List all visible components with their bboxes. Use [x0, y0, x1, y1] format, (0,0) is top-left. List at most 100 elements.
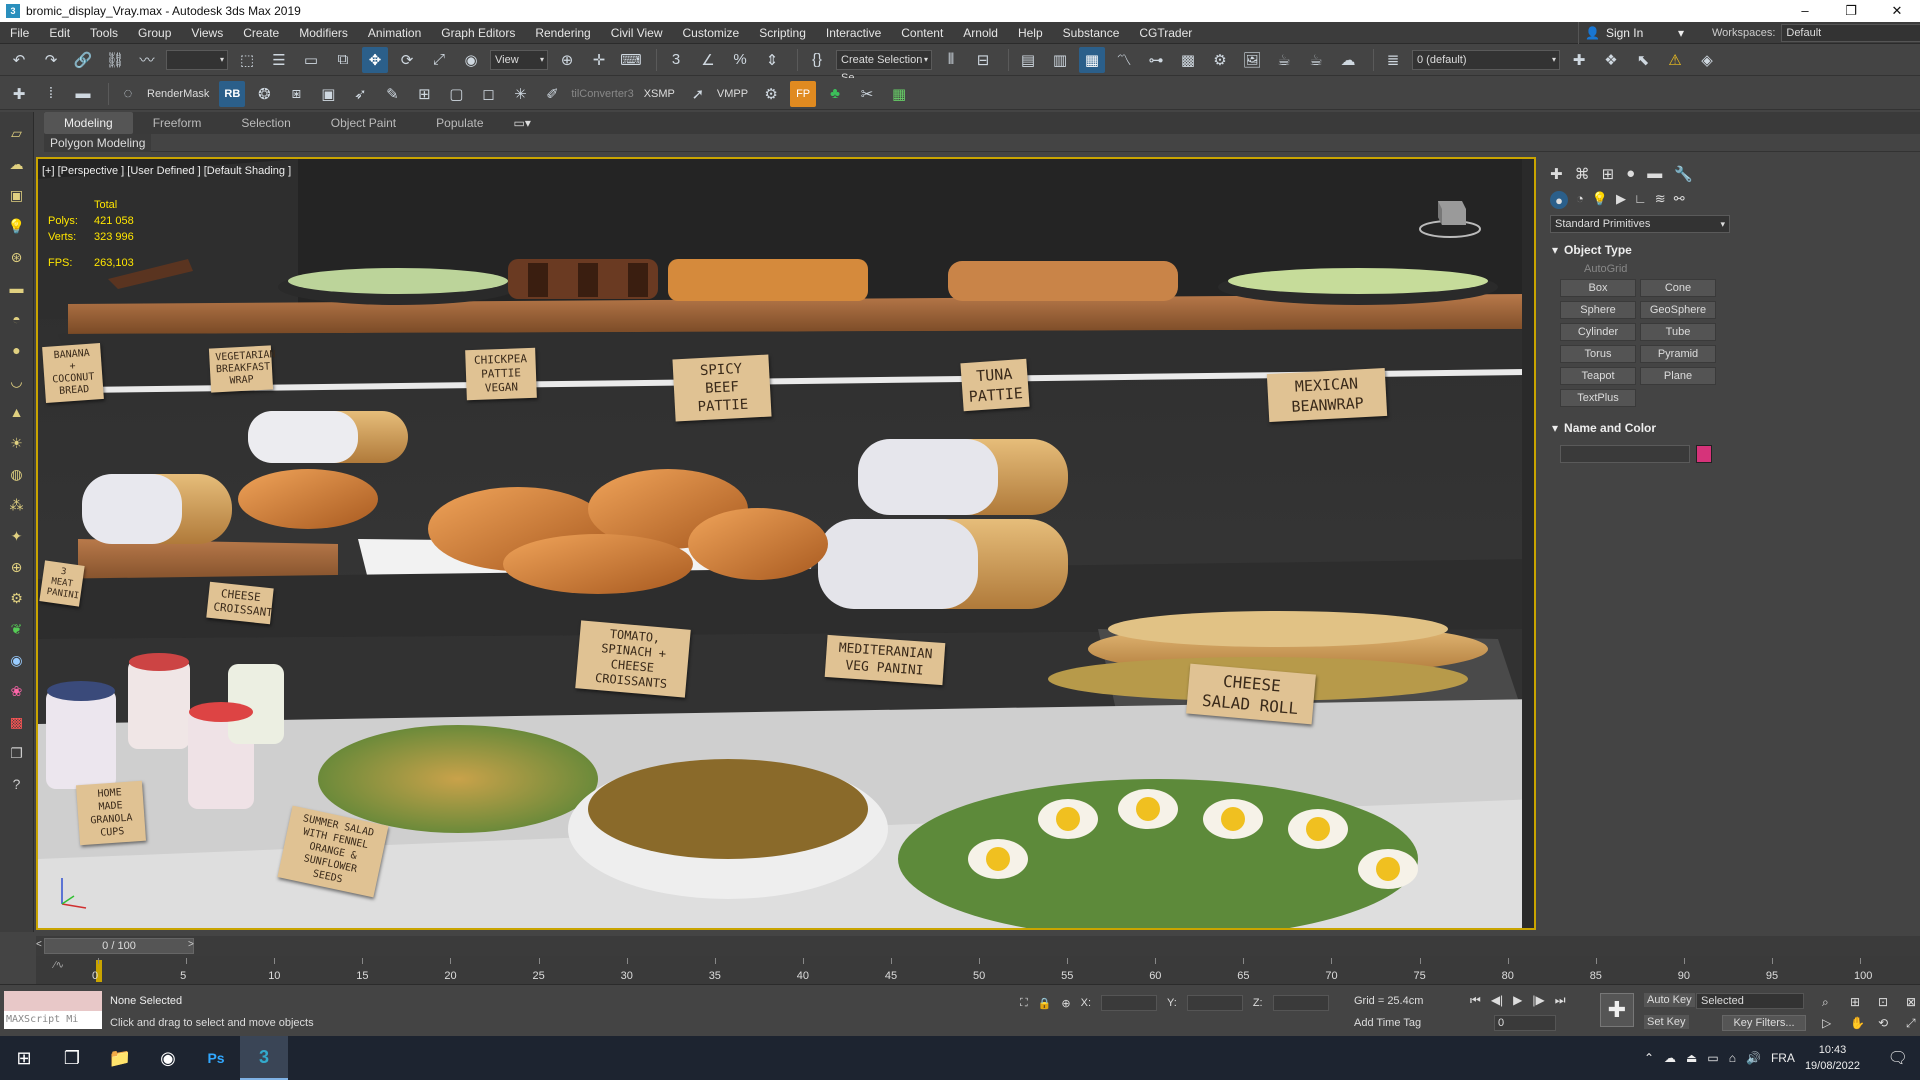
gear-tool-icon[interactable]: ⚙ — [758, 81, 784, 107]
notifications-icon[interactable]: 🗨 — [1888, 1048, 1908, 1068]
tab-object-paint[interactable]: Object Paint — [311, 112, 416, 134]
snaps-toggle-icon[interactable]: 3 — [663, 47, 689, 73]
menu-content[interactable]: Content — [891, 22, 953, 44]
plane-button[interactable]: Plane — [1640, 367, 1716, 385]
xsmp-label[interactable]: XSMP — [644, 88, 675, 100]
box-icon[interactable]: ◻ — [475, 81, 501, 107]
next-frame-icon[interactable]: |▶ — [1532, 993, 1544, 1008]
zoom-extents-all-icon[interactable]: ⊠ — [1906, 995, 1920, 1010]
keyboard-shortcut-icon[interactable]: ⌨ — [618, 47, 644, 73]
current-frame-field[interactable]: 0 — [1494, 1015, 1556, 1031]
orbit-icon[interactable]: ⟲ — [1878, 1016, 1900, 1031]
gear-icon[interactable]: ⚙ — [6, 587, 28, 609]
curve-editor-icon[interactable]: 〽 — [1111, 47, 1137, 73]
torus-button[interactable]: Torus — [1560, 345, 1636, 363]
primitive-type-dropdown[interactable]: Standard Primitives ▾ — [1550, 215, 1730, 233]
box-button[interactable]: Box — [1560, 279, 1636, 297]
add-icon[interactable]: ✚ — [6, 81, 32, 107]
spinner-snap-icon[interactable]: ⇕ — [759, 47, 785, 73]
go-to-end-icon[interactable]: ⏭ — [1555, 993, 1566, 1008]
polygon-modeling-label[interactable]: Polygon Modeling — [44, 134, 152, 152]
create-tab-icon[interactable]: ✚ — [1550, 165, 1563, 183]
rendermask-icon[interactable]: ◌ — [115, 81, 141, 107]
menu-arnold[interactable]: Arnold — [953, 22, 1008, 44]
windows-start-icon[interactable]: ⊞ — [0, 1036, 48, 1080]
material-editor-icon[interactable]: ▩ — [1175, 47, 1201, 73]
grid-tool-icon[interactable]: ⊞ — [411, 81, 437, 107]
select-object-icon[interactable]: ⬚ — [234, 47, 260, 73]
close-button[interactable]: ✕ — [1874, 3, 1920, 19]
converter-label[interactable]: tilConverter3 — [571, 88, 633, 100]
render-cloud-icon[interactable]: ☁ — [1335, 47, 1361, 73]
create-selection-set-dropdown[interactable]: Create Selection Se▾ — [836, 49, 932, 84]
menu-customize[interactable]: Customize — [673, 22, 750, 44]
vmpp-label[interactable]: VMPP — [717, 88, 748, 100]
prev-frame-arrow[interactable]: < — [36, 939, 42, 950]
layer-stack-icon[interactable]: ❖ — [1598, 47, 1624, 73]
layer-settings-icon[interactable]: ◈ — [1694, 47, 1720, 73]
menu-scripting[interactable]: Scripting — [749, 22, 816, 44]
textplus-button[interactable]: TextPlus — [1560, 389, 1636, 407]
restore-button[interactable]: ❐ — [1828, 3, 1874, 19]
zoom-all-icon[interactable]: ⊞ — [1850, 995, 1872, 1010]
menu-help[interactable]: Help — [1008, 22, 1053, 44]
cursor-tool-icon[interactable]: ➶ — [347, 81, 373, 107]
manipulate-icon[interactable]: ✛ — [586, 47, 612, 73]
onedrive-icon[interactable]: ☁ — [1664, 1051, 1676, 1065]
key-filters-button[interactable]: Key Filters... — [1722, 1015, 1806, 1031]
redo-icon[interactable]: ↷ — [38, 47, 64, 73]
y-coord-field[interactable] — [1186, 995, 1243, 1011]
brush-icon[interactable]: ✎ — [379, 81, 405, 107]
geosphere-button[interactable]: GeoSphere — [1640, 301, 1716, 319]
photoshop-icon[interactable]: Ps — [192, 1036, 240, 1080]
xyz-icon[interactable]: ⧆ — [283, 81, 309, 107]
name-color-title[interactable]: Name and Color — [1564, 421, 1656, 435]
menu-views[interactable]: Views — [181, 22, 233, 44]
render-production-icon[interactable]: ☕ — [1271, 47, 1297, 73]
ribbon-options-icon[interactable]: ▭▾ — [514, 116, 531, 130]
track-bar[interactable]: ∕∿ 0 5 10 15 20 25 30 35 40 45 50 55 60 65 70 75 80 85 90 9… — [36, 956, 1920, 984]
light-icon[interactable]: ✳ — [507, 81, 533, 107]
collapse-icon[interactable]: ▾ — [1552, 243, 1558, 257]
selection-filter-dropdown[interactable]: ▾ — [166, 49, 228, 70]
globe-icon[interactable]: ⊕ — [6, 556, 28, 578]
menu-interactive[interactable]: Interactive — [816, 22, 891, 44]
render-tool-icon[interactable]: ▢ — [443, 81, 469, 107]
absolute-mode-icon[interactable]: ⊕ — [1061, 997, 1070, 1010]
field-of-view-icon[interactable]: ▷ — [1822, 1016, 1844, 1031]
grid-icon[interactable]: ⁂ — [6, 494, 28, 516]
sun-icon[interactable]: ☀ — [6, 432, 28, 454]
render-iterative-icon[interactable]: ☕ — [1303, 47, 1329, 73]
set-key-button[interactable]: Set Key — [1644, 1015, 1689, 1029]
maxscript-listener[interactable]: MAXScript Mi — [4, 991, 102, 1031]
add-time-tag[interactable]: Add Time Tag — [1354, 1017, 1421, 1029]
maximize-viewport-icon[interactable]: ⤢ — [1906, 1016, 1920, 1031]
menu-graph-editors[interactable]: Graph Editors — [431, 22, 525, 44]
reference-coord-dropdown[interactable]: View ▾ — [490, 49, 548, 70]
select-layer-icon[interactable]: ⬉ — [1630, 47, 1656, 73]
time-slider[interactable]: < 0 / 100 > — [36, 936, 1920, 956]
palette-icon[interactable]: ❀ — [6, 680, 28, 702]
minimize-button[interactable]: – — [1782, 3, 1828, 19]
material-icon[interactable]: ▩ — [6, 711, 28, 733]
select-move-icon[interactable]: ✥ — [362, 46, 388, 73]
next-frame-arrow[interactable]: > — [188, 939, 194, 950]
pyramid-button[interactable]: Pyramid — [1640, 345, 1716, 363]
x-coord-field[interactable] — [1101, 995, 1158, 1011]
plant-icon[interactable]: ❦ — [6, 618, 28, 640]
select-scale-icon[interactable]: ⤢ — [426, 47, 452, 73]
cone-button[interactable]: Cone — [1640, 279, 1716, 297]
tools-icon[interactable]: ✂ — [854, 81, 880, 107]
spray-icon[interactable]: ✦ — [6, 525, 28, 547]
window-crossing-icon[interactable]: ⧉ — [330, 47, 356, 73]
time-slider-thumb[interactable]: 0 / 100 — [44, 938, 194, 954]
layer-explorer-icon[interactable]: ▥ — [1047, 47, 1073, 73]
ball-icon[interactable]: ◍ — [6, 463, 28, 485]
object-name-field[interactable] — [1560, 445, 1690, 463]
rb-button[interactable]: RB — [219, 80, 246, 107]
mirror-icon[interactable]: ⫴ — [938, 47, 964, 73]
geometry-icon[interactable]: ● — [1550, 191, 1568, 209]
pivot-center-icon[interactable]: ⊕ — [554, 47, 580, 73]
menu-cgtrader[interactable]: CGTrader — [1129, 22, 1202, 44]
spreadsheet-icon[interactable]: ▦ — [886, 81, 912, 107]
